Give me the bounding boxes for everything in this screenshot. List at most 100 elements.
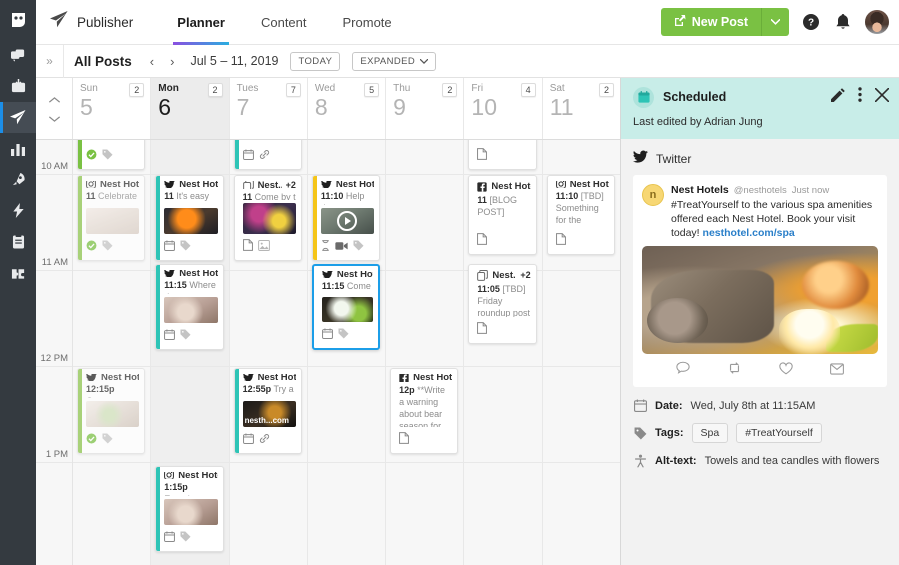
tag-chip[interactable]: Spa [691, 423, 729, 443]
hour-gridline [307, 462, 386, 463]
day-headers: Sun 5 2 Mon 6 2 Tues 7 7 Wed 8 5 Thu 9 2 Fri 10 4 Sat 11 2 [73, 78, 620, 139]
post-card[interactable]: Nest...+2 11 Come by t [233, 175, 302, 261]
post-thumbnail [321, 296, 374, 323]
day-column-fri[interactable]: Nest Hotels11 [BLOG POST] Nest...+211:05 … [464, 140, 543, 565]
post-time: 11 [86, 190, 96, 201]
time-scroll-controls[interactable] [36, 78, 73, 139]
message-icon[interactable] [829, 362, 844, 380]
reply-icon[interactable] [676, 361, 691, 380]
tweet-link[interactable]: nesthotel.com/spa [703, 227, 795, 239]
post-text: Experien [164, 494, 200, 496]
day-column-tues[interactable]: Nest...+211 Come by t Nest Hotels12:55p T… [229, 140, 308, 565]
time-slot-10am: 10 AM [36, 140, 72, 175]
day-column-mon[interactable]: Nest Hotels11 It's easy toNest Hotels11:… [151, 140, 230, 565]
hour-gridline [542, 462, 620, 463]
sidebar-item-streams[interactable] [0, 40, 36, 71]
tab-planner[interactable]: Planner [173, 0, 229, 45]
post-card[interactable]: Nest Hotels11 Celebrate t [77, 175, 146, 261]
post-detail-panel: Scheduled Last edited by Adrian Jung Twi… [620, 78, 899, 565]
play-icon[interactable] [337, 210, 358, 231]
post-card[interactable]: Nest Hotels11 [BLOG POST] [468, 175, 537, 255]
time-label: 12 PM [40, 353, 68, 364]
help-circle-icon[interactable]: ? [801, 12, 821, 32]
tab-promote-label: Promote [342, 14, 392, 30]
sidebar-item-ads[interactable] [0, 195, 36, 226]
day-header-mon[interactable]: Mon 6 2 [151, 78, 230, 139]
new-post-dropdown[interactable] [761, 8, 789, 36]
status-bar [78, 369, 82, 453]
post-card[interactable]: Nest Hotels11:10 Help th [311, 175, 381, 261]
tab-content[interactable]: Content [257, 0, 311, 45]
prev-week-button[interactable]: ‹ [148, 54, 156, 69]
post-card[interactable] [233, 140, 302, 170]
tag-chip[interactable]: #TreatYourself [736, 423, 822, 443]
post-card[interactable]: Nest Hotels12:55p Try a cnesth...com [233, 368, 302, 454]
hootsuite-owl-icon[interactable] [0, 0, 36, 40]
pencil-icon[interactable] [831, 87, 845, 107]
tweet-actions [642, 354, 878, 387]
close-icon[interactable] [874, 86, 890, 107]
post-card[interactable] [77, 140, 146, 170]
day-header-thu[interactable]: Thu 9 2 [386, 78, 465, 139]
sidebar-item-apps[interactable] [0, 257, 36, 288]
post-card[interactable]: Nest Hotels12p **Write a warning about b… [390, 368, 459, 454]
network-label: Twitter [656, 152, 692, 166]
hour-gridline [307, 366, 386, 367]
day-column-thu[interactable]: Nest Hotels12p **Write a warning about b… [386, 140, 465, 565]
post-card[interactable]: Nest Hotels11:10 [TBD] Something for the… [546, 175, 615, 255]
day-header-fri[interactable]: Fri 10 4 [464, 78, 543, 139]
more-vertical-icon[interactable] [858, 87, 862, 107]
collapse-sidebar-button[interactable]: » [36, 45, 63, 78]
post-card-footer [164, 525, 217, 547]
post-account-name: Nest Hotels [336, 271, 373, 278]
hour-gridline [386, 174, 464, 175]
post-card[interactable]: Nest Hotels 1:15p Experien [155, 466, 224, 552]
draft-icon [477, 147, 488, 165]
next-week-button[interactable]: › [168, 54, 176, 69]
chevron-down-icon[interactable] [48, 109, 60, 127]
calendar-header: Sun 5 2 Mon 6 2 Tues 7 7 Wed 8 5 Thu 9 2 Fri 10 4 Sat 11 2 [36, 78, 620, 140]
day-header-sun[interactable]: Sun 5 2 [73, 78, 152, 139]
view-mode-dropdown[interactable]: EXPANDED [352, 51, 437, 71]
chevron-up-icon[interactable] [48, 90, 60, 108]
post-card[interactable]: Nest Hotels 12:15p Come t [77, 368, 146, 454]
sidebar-item-assignments[interactable] [0, 226, 36, 257]
tag-icon [102, 238, 113, 256]
retweet-icon[interactable] [727, 361, 742, 380]
user-avatar[interactable] [865, 10, 889, 34]
new-post-button[interactable]: New Post [660, 8, 789, 36]
post-card-footer [242, 427, 296, 449]
post-card[interactable]: Nest...+211:05 [TBD] Friday roundup post [468, 264, 537, 344]
time-slot-1pm: 1 PM [36, 367, 72, 463]
brand-publisher[interactable]: Publisher [50, 11, 133, 33]
tab-promote[interactable]: Promote [339, 0, 396, 45]
accessibility-icon [633, 454, 647, 468]
day-header-wed[interactable]: Wed 8 5 [307, 78, 387, 139]
sidebar-item-inbox[interactable] [0, 71, 36, 102]
notification-bell-icon[interactable] [833, 12, 853, 32]
day-header-tues[interactable]: Tues 7 7 [229, 78, 308, 139]
time-slot-12pm: 12 PM [36, 271, 72, 367]
day-column-sun[interactable]: Nest Hotels11 Celebrate t Nest Hotels12:1… [73, 140, 152, 565]
post-card[interactable] [468, 140, 537, 170]
time-label: 11 AM [41, 257, 68, 268]
day-column-sat[interactable]: Nest Hotels11:10 [TBD] Something for the… [542, 140, 620, 565]
rail-items [0, 40, 36, 288]
sidebar-item-campaigns[interactable] [0, 164, 36, 195]
post-card[interactable]: Nest Hotels11:15 Where d [155, 264, 224, 350]
post-time: 12:15p [86, 383, 115, 394]
today-button[interactable]: TODAY [290, 51, 341, 71]
post-time: 11 [164, 190, 174, 201]
new-post-main[interactable]: New Post [661, 8, 761, 36]
tag-icon [180, 327, 191, 345]
post-card-footer [86, 427, 139, 449]
sidebar-item-publisher[interactable] [0, 102, 36, 133]
day-header-sat[interactable]: Sat 11 2 [542, 78, 620, 139]
draft-icon [477, 321, 488, 339]
post-account-name: Nest Hotels [179, 270, 218, 277]
like-icon[interactable] [779, 361, 793, 380]
sidebar-item-analytics[interactable] [0, 133, 36, 164]
post-card[interactable]: Nest Hotels11 It's easy to [155, 175, 224, 261]
day-column-wed[interactable]: Nest Hotels11:10 Help thNest Hotels11:15… [307, 140, 387, 565]
post-card[interactable]: Nest Hotels11:15 Come re [311, 264, 381, 350]
